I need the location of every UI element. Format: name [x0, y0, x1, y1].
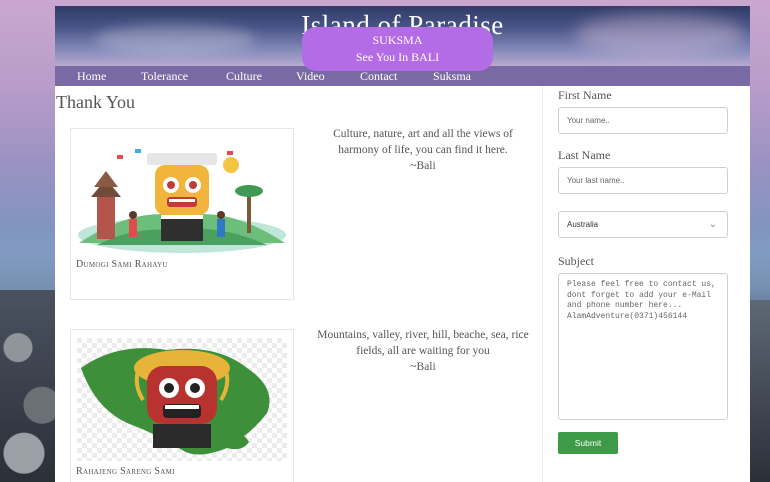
last-name-field[interactable]: Your last name..	[558, 167, 728, 194]
country-selected-value: Australia	[567, 220, 599, 229]
last-name-label: Last Name	[558, 148, 611, 162]
banner-line1: SUKSMA	[372, 33, 423, 47]
quote-author: ~Bali	[410, 160, 436, 172]
card-caption: Dumogi Sami Rahayu	[76, 259, 168, 270]
quote-block: Culture, nature, art and all the views o…	[313, 126, 533, 174]
nav-item-home[interactable]: Home	[77, 68, 106, 84]
banner-line2: See You In BALI	[355, 50, 440, 64]
nav-item-tolerance[interactable]: Tolerance	[141, 68, 188, 84]
quote-text: Mountains, valley, river, hill, beache, …	[317, 329, 529, 357]
card-caption: Rahajeng Sareng Sami	[76, 466, 175, 477]
submit-button[interactable]: Submit	[558, 432, 618, 454]
background-rocks-right	[748, 300, 770, 482]
bali-culture-illustration	[77, 135, 287, 253]
quote-text: Culture, nature, art and all the views o…	[333, 128, 513, 156]
card: Dumogi Sami Rahayu	[70, 128, 294, 300]
country-select[interactable]: Australia ⌄	[558, 211, 728, 238]
first-name-label: First Name	[558, 88, 612, 102]
contact-form: First Name Your name.. Last Name Your la…	[542, 86, 750, 482]
background-rocks-left	[0, 290, 60, 482]
card: Rahajeng Sareng Sami	[70, 329, 294, 482]
suksma-banner: SUKSMA See You In BALI	[302, 27, 493, 71]
barong-bali-map-illustration	[77, 338, 287, 461]
nav-item-culture[interactable]: Culture	[226, 68, 262, 84]
quote-block: Mountains, valley, river, hill, beache, …	[313, 327, 533, 375]
subject-textarea[interactable]: Please feel free to contact us, dont for…	[558, 273, 728, 420]
subject-label: Subject	[558, 254, 594, 268]
chevron-down-icon: ⌄	[708, 219, 717, 230]
quote-author: ~Bali	[410, 361, 436, 373]
first-name-field[interactable]: Your name..	[558, 107, 728, 134]
page-title: Thank You	[56, 92, 136, 112]
page-container: Island of Paradise SUKSMA See You In BAL…	[55, 6, 750, 482]
